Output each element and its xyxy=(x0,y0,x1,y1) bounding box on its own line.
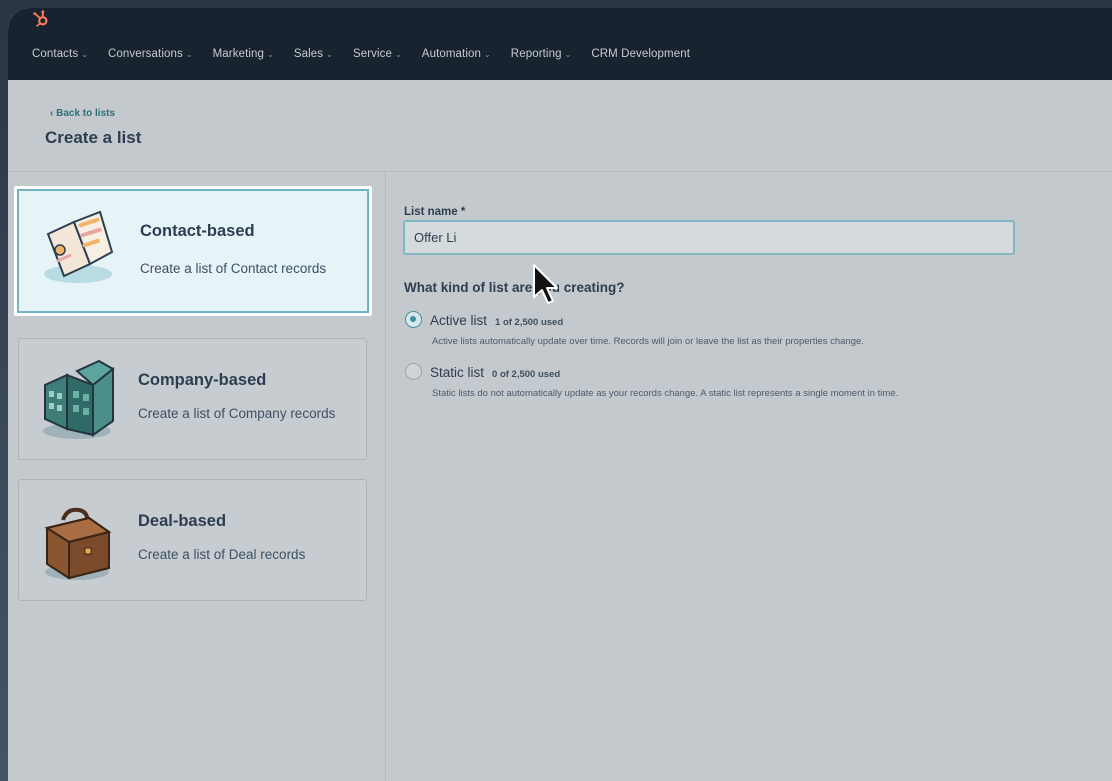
page-title: Create a list xyxy=(45,128,142,147)
list-type-card-deal[interactable]: Deal-based Create a list of Deal records xyxy=(18,479,367,601)
hubspot-sprocket-icon[interactable] xyxy=(32,10,50,28)
chevron-down-icon: ⌄ xyxy=(185,49,193,59)
usage-count: 1 of 2,500 used xyxy=(495,317,564,328)
chevron-down-icon: ⌄ xyxy=(564,49,572,59)
nav-item-automation[interactable]: Automation ⌄ xyxy=(412,48,501,60)
card-description: Create a list of Company records xyxy=(138,406,336,421)
chevron-down-icon: ⌄ xyxy=(81,49,88,59)
nav-item-marketing[interactable]: Marketing ⌄ xyxy=(203,48,284,60)
nav-item-conversations[interactable]: Conversations ⌄ xyxy=(98,48,203,60)
nav-item-service[interactable]: Service ⌄ xyxy=(343,48,412,60)
contact-card-icon xyxy=(44,210,114,283)
nav-item-sales[interactable]: Sales ⌄ xyxy=(284,48,343,60)
usage-count: 0 of 2,500 used xyxy=(492,369,561,380)
card-description: Create a list of Contact records xyxy=(140,261,327,276)
option-description: Active lists automatically update over t… xyxy=(432,336,864,347)
active-list-radio[interactable] xyxy=(405,311,422,328)
list-name-input[interactable] xyxy=(403,220,1015,255)
list-type-card-company[interactable]: Company-based Create a list of Company r… xyxy=(18,338,367,460)
card-title: Company-based xyxy=(138,371,267,389)
list-details-form: List name * What kind of list are you cr… xyxy=(387,172,1112,781)
card-title: Contact-based xyxy=(140,222,255,240)
briefcase-icon xyxy=(44,507,112,580)
building-icon xyxy=(43,359,115,439)
chevron-down-icon: ⌄ xyxy=(483,49,491,59)
chevron-down-icon: ⌄ xyxy=(326,49,333,59)
main-nav: Contacts ⌄ Conversations ⌄ Marketing ⌄ Sale… xyxy=(22,48,700,60)
card-title: Deal-based xyxy=(138,512,227,530)
app-window: Contacts ⌄ Conversations ⌄ Marketing ⌄ Sale… xyxy=(8,8,1112,781)
nav-item-contacts[interactable]: Contacts ⌄ xyxy=(22,48,98,60)
nav-item-crm-development[interactable]: CRM Development xyxy=(581,48,700,60)
static-list-option[interactable]: Static list 0 of 2,500 used xyxy=(405,360,560,380)
list-name-label: List name * xyxy=(404,206,466,218)
chevron-down-icon: ⌄ xyxy=(267,49,274,59)
active-list-option[interactable]: Active list 1 of 2,500 used xyxy=(405,308,563,328)
page-header: ‹ Back to lists Create a list xyxy=(8,80,1112,172)
option-label: Active list xyxy=(430,313,488,328)
back-to-lists-link[interactable]: ‹ Back to lists xyxy=(50,108,115,119)
option-description: Static lists do not automatically update… xyxy=(432,388,899,399)
list-type-panel: Contact-based Create a list of Contact r… xyxy=(8,172,386,781)
nav-item-reporting[interactable]: Reporting ⌄ xyxy=(501,48,582,60)
static-list-radio[interactable] xyxy=(405,363,422,380)
top-navigation-bar: Contacts ⌄ Conversations ⌄ Marketing ⌄ Sale… xyxy=(8,8,1112,80)
card-description: Create a list of Deal records xyxy=(138,547,306,562)
list-kind-question: What kind of list are you creating? xyxy=(404,280,625,295)
mouse-pointer-icon xyxy=(533,264,558,304)
option-label: Static list xyxy=(430,365,485,380)
list-type-card-contact[interactable]: Contact-based Create a list of Contact r… xyxy=(14,186,372,316)
chevron-down-icon: ⌄ xyxy=(394,49,402,59)
